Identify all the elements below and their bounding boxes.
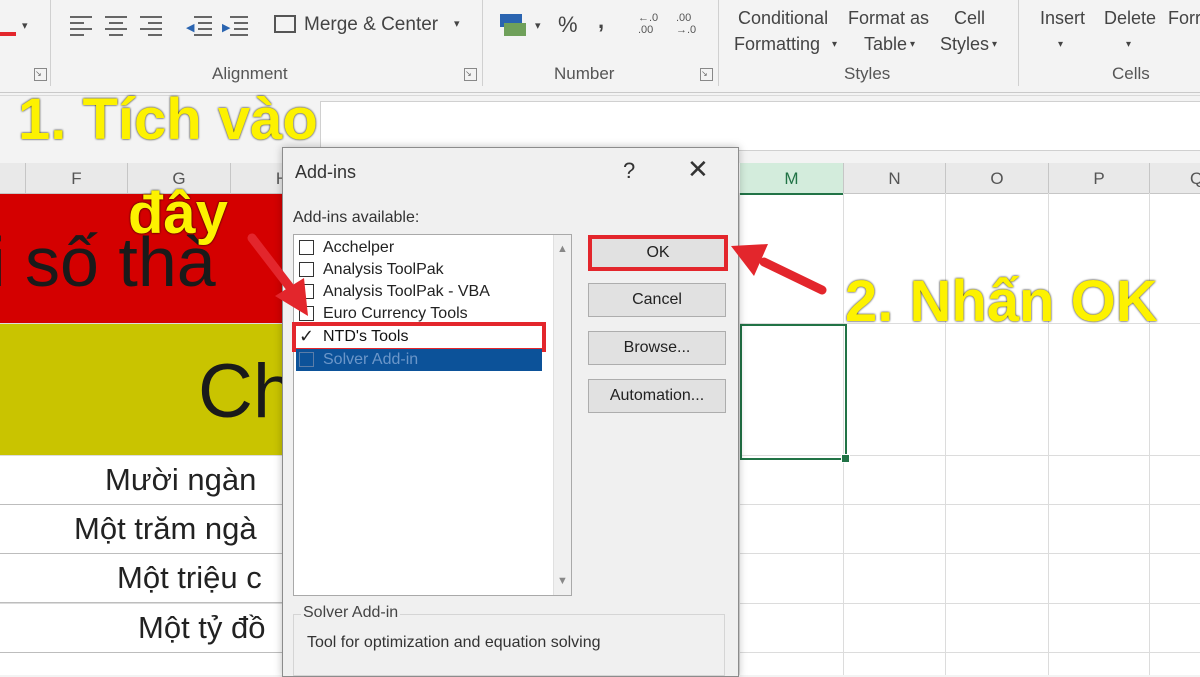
comma-style-button[interactable]: , — [598, 8, 604, 33]
sheet-row-1[interactable]: Mười ngàn — [0, 456, 290, 505]
cell-styles-dropdown-icon: ▾ — [992, 39, 998, 50]
column-header-n[interactable]: N — [844, 163, 946, 194]
format-as-table-line2: Table — [864, 34, 908, 54]
conditional-formatting-dropdown-icon: ▾ — [832, 39, 838, 50]
increase-indent-icon[interactable]: ▶ — [222, 16, 248, 36]
font-color-dropdown-icon[interactable]: ▾ — [22, 14, 28, 39]
description-group: Solver Add-in Tool for optimization and … — [293, 604, 725, 676]
list-item-analysis-toolpak[interactable]: Analysis ToolPak — [296, 259, 542, 281]
cell-styles-line1: Cell — [954, 8, 986, 28]
list-item-acchelper[interactable]: Acchelper — [296, 237, 542, 259]
decrease-decimal-icon[interactable]: .00 →.0 — [676, 12, 696, 36]
column-header-p[interactable]: P — [1049, 163, 1150, 194]
number-group-label: Number — [554, 64, 615, 83]
active-cell[interactable] — [740, 324, 850, 463]
insert-button[interactable]: Insert ▾ — [1036, 6, 1096, 58]
column-header-f[interactable]: F — [26, 163, 128, 194]
align-right-icon[interactable] — [140, 16, 164, 36]
euro-currency-tools-checkbox[interactable] — [299, 306, 314, 321]
insert-label: Insert — [1040, 8, 1086, 28]
format-as-table-button[interactable]: Format as Table ▾ — [846, 6, 934, 58]
conditional-formatting-line2: Formatting — [734, 34, 821, 54]
list-item-label: Euro Currency Tools — [323, 305, 468, 322]
format-button[interactable]: Forr — [1166, 6, 1200, 58]
add-ins-list[interactable]: Acchelper Analysis ToolPak Analysis Tool… — [292, 234, 572, 596]
delete-dropdown-icon: ▾ — [1126, 39, 1132, 50]
decrease-indent-icon[interactable]: ◀ — [186, 16, 212, 36]
format-as-table-dropdown-icon: ▾ — [910, 39, 916, 50]
list-item-label: NTD's Tools — [323, 328, 409, 345]
list-item-ntds-tools[interactable]: ✓ NTD's Tools — [292, 322, 546, 352]
annotation-step2: 2. Nhấn OK — [845, 269, 1158, 334]
browse-button[interactable]: Browse... — [588, 331, 726, 365]
column-header-o[interactable]: O — [946, 163, 1049, 194]
formula-input[interactable] — [320, 101, 1200, 151]
fill-handle[interactable] — [841, 454, 850, 463]
format-as-table-line1: Format as — [848, 8, 930, 28]
increase-decimal-icon[interactable]: ←.0.00 — [638, 12, 658, 36]
cancel-button[interactable]: Cancel — [588, 283, 726, 317]
align-center-icon[interactable] — [105, 16, 129, 36]
list-item-solver-add-in[interactable]: Solver Add-in — [296, 349, 542, 371]
font-dialog-launcher-icon[interactable]: ↘ — [34, 68, 47, 81]
yellow-header-text: Ch — [198, 349, 290, 434]
automation-button[interactable]: Automation... — [588, 379, 726, 413]
alignment-dialog-launcher-icon[interactable]: ↘ — [464, 68, 477, 81]
add-ins-available-label: Add-ins available: — [293, 209, 420, 226]
ok-button[interactable]: OK — [588, 235, 728, 271]
cells-group-label: Cells — [1112, 64, 1150, 83]
list-scrollbar[interactable]: ▲ ▼ — [553, 235, 571, 595]
alignment-group-label: Alignment — [212, 64, 288, 83]
conditional-formatting-button[interactable]: Conditional Formatting ▾ — [730, 6, 842, 58]
description-text: Tool for optimization and equation solvi… — [307, 634, 601, 651]
list-item-euro-currency-tools[interactable]: Euro Currency Tools — [296, 303, 542, 325]
merge-center-label: Merge & Center — [304, 14, 439, 35]
solver-add-in-checkbox[interactable] — [299, 352, 314, 367]
analysis-toolpak-checkbox[interactable] — [299, 262, 314, 277]
scroll-down-icon[interactable]: ▼ — [557, 575, 568, 587]
align-left-icon[interactable] — [70, 16, 94, 36]
ntds-tools-checkbox[interactable]: ✓ — [299, 327, 314, 345]
accounting-dropdown-icon[interactable]: ▾ — [535, 14, 541, 39]
dialog-title: Add-ins — [295, 162, 357, 182]
format-label: Forr — [1168, 8, 1200, 28]
column-header-m[interactable]: M — [740, 163, 844, 195]
number-dialog-launcher-icon[interactable]: ↘ — [700, 68, 713, 81]
cell-styles-button[interactable]: Cell Styles ▾ — [936, 6, 1012, 58]
merge-dropdown-icon: ▾ — [454, 18, 460, 30]
insert-dropdown-icon: ▾ — [1058, 39, 1064, 50]
accounting-format-icon[interactable] — [500, 14, 526, 36]
list-item-label: Analysis ToolPak - VBA — [323, 283, 490, 300]
delete-button[interactable]: Delete ▾ — [1100, 6, 1164, 58]
list-item-label: Acchelper — [323, 239, 395, 256]
help-icon[interactable]: ? — [623, 158, 635, 184]
delete-label: Delete — [1104, 8, 1157, 28]
analysis-toolpak-vba-checkbox[interactable] — [299, 284, 314, 299]
column-header-q[interactable]: Q — [1150, 163, 1200, 194]
acchelper-checkbox[interactable] — [299, 240, 314, 255]
scroll-up-icon[interactable]: ▲ — [557, 243, 568, 255]
description-title: Solver Add-in — [301, 604, 401, 622]
percent-style-button[interactable]: % — [558, 12, 578, 37]
merge-center-icon — [274, 15, 296, 33]
styles-group-label: Styles — [844, 64, 891, 83]
sheet-row-2[interactable]: Một trăm ngà — [0, 505, 290, 554]
close-icon[interactable]: ✕ — [687, 154, 709, 185]
list-item-label: Solver Add-in — [323, 351, 419, 368]
annotation-step1-line1: 1. Tích vào — [18, 87, 318, 152]
sheet-row-4[interactable]: Một tỷ đồ — [0, 604, 290, 653]
add-ins-dialog: Add-ins ? ✕ Add-ins available: Acchelper… — [282, 147, 739, 677]
conditional-formatting-line1: Conditional — [738, 8, 829, 28]
list-item-analysis-toolpak-vba[interactable]: Analysis ToolPak - VBA — [296, 281, 542, 303]
sheet-row-3[interactable]: Một triệu c — [0, 554, 290, 603]
merge-center-button[interactable]: Merge & Center ▾ — [270, 12, 470, 42]
font-color-icon[interactable] — [0, 14, 20, 36]
annotation-step1-line2: đây — [128, 181, 228, 246]
yellow-header-cell[interactable]: Ch — [0, 324, 290, 455]
list-item-label: Analysis ToolPak — [323, 261, 444, 278]
cell-styles-line2: Styles — [940, 34, 990, 54]
ribbon: ▾ ↘ ◀ ▶ Merge & Center ▾ Alignment ↘ ▾ %… — [0, 0, 1200, 93]
